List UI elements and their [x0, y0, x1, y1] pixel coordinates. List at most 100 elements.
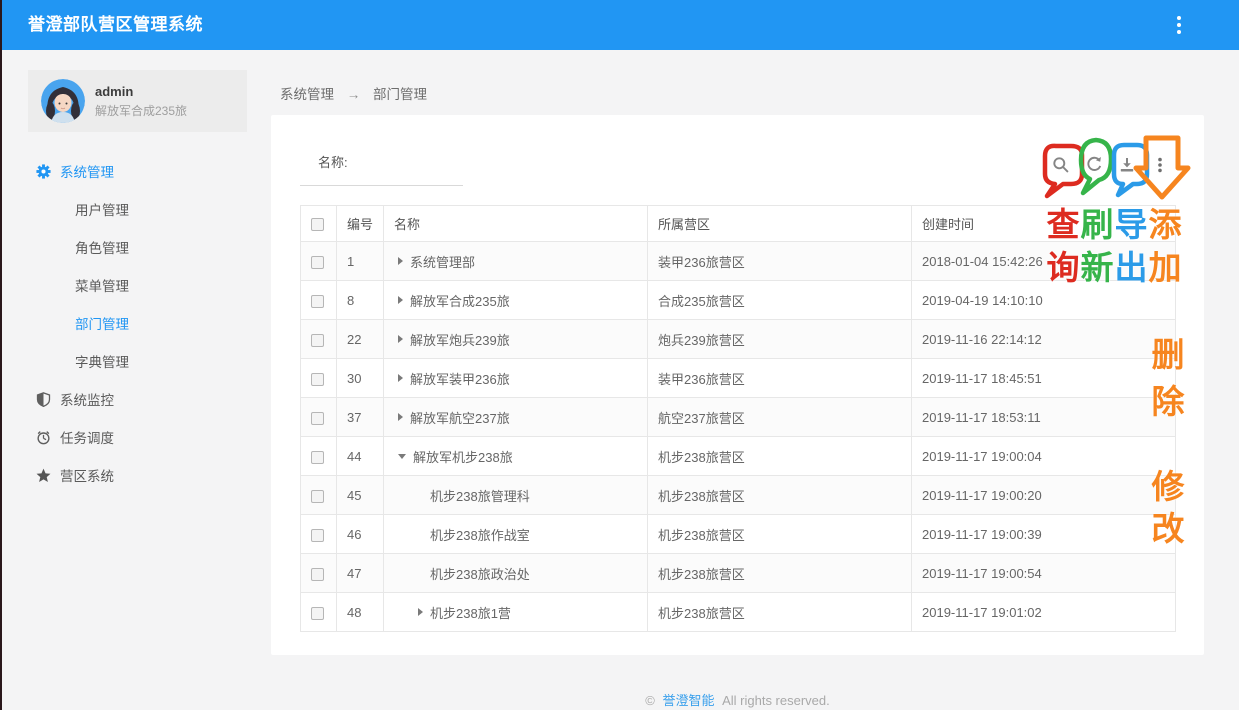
cell-created: 2019-11-17 19:00:20 — [912, 476, 1176, 515]
cell-id: 48 — [337, 593, 384, 632]
sidebar-subitem-user-management[interactable]: 用户管理 — [0, 190, 250, 228]
cell-id: 46 — [337, 515, 384, 554]
copyright-symbol: © — [645, 693, 655, 708]
expand-caret-icon[interactable] — [398, 335, 403, 343]
cell-id: 1 — [337, 242, 384, 281]
table-row: 37 解放军航空237旅 航空237旅营区 2019-11-17 — [301, 398, 1176, 437]
sidebar-item-task-schedule[interactable]: 任务调度 — [0, 418, 250, 456]
main-area: 系统管理 → 部门管理 名称: — [250, 50, 1239, 710]
shield-icon — [36, 392, 51, 407]
refresh-button[interactable] — [1083, 154, 1105, 176]
row-checkbox[interactable] — [311, 568, 324, 581]
department-name: 机步238旅政治处 — [430, 564, 530, 583]
sidebar-item-system-management[interactable]: 系统管理 — [0, 152, 250, 190]
user-panel: admin 解放军合成235旅 — [28, 70, 247, 132]
department-name: 解放军机步238旅 — [413, 447, 513, 466]
table-row: 47 机步238旅政治处 机步238旅营区 2019-11-17 — [301, 554, 1176, 593]
app-title: 誉澄部队营区管理系统 — [28, 0, 203, 50]
footer: © 誉澄智能 All rights reserved. — [271, 690, 1204, 709]
app-header: 誉澄部队营区管理系统 — [0, 0, 1239, 50]
cell-created: 2019-04-19 14:10:10 — [912, 281, 1176, 320]
search-button[interactable] — [1050, 154, 1072, 176]
user-unit: 解放军合成235旅 — [95, 102, 187, 119]
sidebar-subitem-department-management[interactable]: 部门管理 — [0, 304, 250, 342]
cell-camp: 航空237旅营区 — [648, 398, 912, 437]
copyright-text: All rights reserved. — [722, 693, 830, 708]
cell-name: 解放军装甲236旅 — [384, 359, 648, 398]
department-name: 系统管理部 — [410, 252, 475, 271]
user-name: admin — [95, 84, 187, 99]
row-checkbox[interactable] — [311, 529, 324, 542]
table-row: 46 机步238旅作战室 机步238旅营区 2019-11-17 — [301, 515, 1176, 554]
cell-id: 47 — [337, 554, 384, 593]
app-window: 誉澄部队营区管理系统 — [0, 0, 1239, 710]
cell-name: 机步238旅1营 — [384, 593, 648, 632]
search-icon — [1052, 156, 1070, 174]
expand-caret-icon[interactable] — [398, 296, 403, 304]
expand-caret-icon[interactable] — [418, 608, 423, 616]
department-name: 机步238旅管理科 — [430, 486, 530, 505]
breadcrumb-item[interactable]: 系统管理 — [280, 87, 334, 102]
department-name: 解放军炮兵239旅 — [410, 330, 510, 349]
department-name: 解放军装甲236旅 — [410, 369, 510, 388]
table-row: 8 解放军合成235旅 合成235旅营区 2019-04-19 1 — [301, 281, 1176, 320]
column-header-camp: 所属营区 — [648, 206, 912, 242]
row-checkbox[interactable] — [311, 412, 324, 425]
table-row: 45 机步238旅管理科 机步238旅营区 2019-11-17 — [301, 476, 1176, 515]
row-checkbox[interactable] — [311, 256, 324, 269]
row-checkbox[interactable] — [311, 607, 324, 620]
department-name: 机步238旅1营 — [430, 603, 511, 622]
row-checkbox[interactable] — [311, 490, 324, 503]
alarm-clock-icon — [36, 430, 51, 445]
star-icon — [36, 468, 51, 483]
export-button[interactable] — [1116, 154, 1138, 176]
sidebar-menu: 系统管理 用户管理 角色管理 菜单管理 部门管理 字典管理 系统监控 — [0, 152, 250, 494]
expand-caret-icon[interactable] — [398, 374, 403, 382]
sidebar-item-system-monitor[interactable]: 系统监控 — [0, 380, 250, 418]
sidebar-subitem-menu-management[interactable]: 菜单管理 — [0, 266, 250, 304]
cell-created: 2019-11-16 22:14:12 — [912, 320, 1176, 359]
cell-name: 机步238旅政治处 — [384, 554, 648, 593]
sidebar-subitem-dictionary-management[interactable]: 字典管理 — [0, 342, 250, 380]
collapse-caret-icon[interactable] — [398, 454, 406, 459]
breadcrumb-separator: → — [347, 87, 361, 102]
name-filter: 名称: — [300, 146, 463, 186]
expand-caret-icon[interactable] — [398, 257, 403, 265]
expand-caret-icon[interactable] — [398, 413, 403, 421]
cell-camp: 机步238旅营区 — [648, 476, 912, 515]
row-checkbox[interactable] — [311, 295, 324, 308]
column-header-created: 创建时间 — [912, 206, 1176, 242]
cell-created: 2019-11-17 19:00:04 — [912, 437, 1176, 476]
department-name: 机步238旅作战室 — [430, 525, 530, 544]
refresh-icon — [1085, 156, 1103, 174]
cell-name: 解放军合成235旅 — [384, 281, 648, 320]
row-checkbox[interactable] — [311, 451, 324, 464]
table-toolbar — [1050, 154, 1171, 176]
more-actions-button[interactable] — [1149, 154, 1171, 176]
cell-created: 2018-01-04 15:42:26 — [912, 242, 1176, 281]
cell-camp: 机步238旅营区 — [648, 437, 912, 476]
name-filter-input[interactable] — [352, 155, 442, 170]
sidebar-item-camp-system[interactable]: 营区系统 — [0, 456, 250, 494]
cell-id: 45 — [337, 476, 384, 515]
company-link[interactable]: 誉澄智能 — [662, 693, 714, 708]
cell-camp: 炮兵239旅营区 — [648, 320, 912, 359]
cell-id: 37 — [337, 398, 384, 437]
cell-name: 解放军机步238旅 — [384, 437, 648, 476]
cell-id: 22 — [337, 320, 384, 359]
cell-name: 解放军航空237旅 — [384, 398, 648, 437]
row-checkbox[interactable] — [311, 373, 324, 386]
select-all-checkbox[interactable] — [311, 218, 324, 231]
department-name: 解放军航空237旅 — [410, 408, 510, 427]
row-checkbox[interactable] — [311, 334, 324, 347]
select-all-header — [301, 206, 337, 242]
table-row: 30 解放军装甲236旅 装甲236旅营区 2019-11-17 — [301, 359, 1176, 398]
cell-camp: 合成235旅营区 — [648, 281, 912, 320]
header-more-icon[interactable] — [1169, 15, 1189, 35]
cell-name: 机步238旅作战室 — [384, 515, 648, 554]
cell-created: 2019-11-17 18:53:11 — [912, 398, 1176, 437]
more-vertical-icon — [1151, 156, 1169, 174]
sidebar-subitem-role-management[interactable]: 角色管理 — [0, 228, 250, 266]
cell-id: 8 — [337, 281, 384, 320]
table-header-row: 编号 名称 所属营区 创建时间 — [301, 206, 1176, 242]
